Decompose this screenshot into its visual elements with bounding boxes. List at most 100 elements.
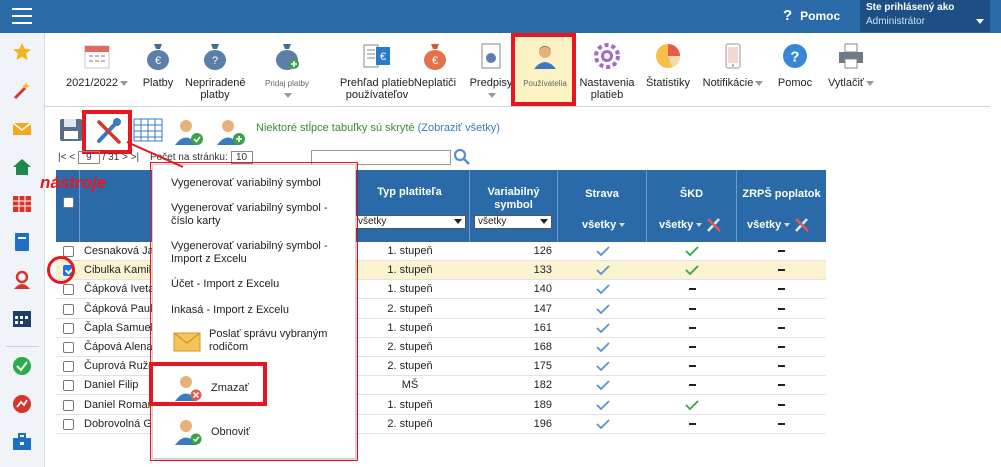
dash-icon[interactable] — [647, 415, 737, 434]
dash-icon[interactable] — [737, 415, 826, 434]
check-icon[interactable] — [558, 338, 647, 357]
menu-item-account-import[interactable]: Účet - Import z Excelu — [171, 278, 341, 291]
cell-name[interactable]: Čápková Paul — [84, 300, 153, 319]
dash-icon[interactable] — [647, 357, 737, 376]
check-icon[interactable] — [558, 242, 647, 261]
ribbon-vytlacit[interactable]: Vytlačiť — [823, 39, 879, 89]
dash-icon[interactable] — [647, 338, 737, 357]
dash-icon[interactable] — [737, 396, 826, 415]
mail-icon[interactable] — [11, 118, 33, 140]
row-checkbox[interactable] — [63, 361, 74, 373]
cell-name[interactable]: Dobrovolná G — [84, 415, 152, 434]
ribbon-platby[interactable]: € Platby — [137, 39, 179, 89]
hamburger-menu-icon[interactable] — [12, 8, 32, 24]
briefcase-icon[interactable] — [11, 431, 33, 453]
cell-name[interactable]: Cesnaková Ja — [84, 242, 154, 261]
menu-item-generate-vs-excel[interactable]: Vygenerovať variabilný symbol - Import z… — [171, 240, 341, 266]
ribbon-prehlad[interactable]: € Prehľad platieb používateľov — [327, 39, 427, 101]
home-icon[interactable] — [11, 156, 33, 178]
row-checkbox[interactable] — [63, 246, 74, 257]
vs-filter[interactable]: všetky — [474, 215, 552, 229]
dash-icon[interactable] — [737, 319, 826, 338]
strava-filter[interactable]: všetky — [582, 219, 626, 231]
dash-icon[interactable] — [647, 319, 737, 338]
check-icon[interactable] — [558, 415, 647, 434]
dash-icon[interactable] — [737, 261, 826, 280]
user-add-button[interactable] — [214, 117, 248, 147]
calendar-grid-icon[interactable] — [11, 193, 33, 215]
cell-name[interactable]: Čápová Alena — [84, 338, 153, 357]
pager-prev[interactable]: < — [69, 152, 75, 163]
ribbon-statistiky[interactable]: Štatistiky — [643, 39, 693, 89]
ribbon-notifikacie[interactable]: Notifikácie — [699, 39, 767, 89]
menu-item-send-message[interactable]: Poslať správu vybraným rodičom — [209, 328, 339, 354]
save-button[interactable] — [58, 117, 84, 147]
row-checkbox[interactable] — [63, 322, 74, 334]
check-icon[interactable] — [558, 261, 647, 280]
cell-name[interactable]: Cibulka Kamil — [84, 261, 151, 280]
check-circle-icon[interactable] — [11, 355, 33, 377]
zrps-filter[interactable]: všetky — [747, 219, 791, 231]
row-checkbox[interactable] — [63, 342, 74, 353]
user-icon[interactable] — [11, 269, 33, 291]
row-checkbox[interactable] — [63, 284, 74, 296]
star-icon[interactable] — [11, 41, 33, 63]
ribbon-nastavenia[interactable]: Nastavenia platieb — [577, 39, 637, 101]
check-icon[interactable] — [558, 319, 647, 338]
pager-current-input[interactable]: 9 — [77, 151, 100, 164]
check-icon[interactable] — [647, 242, 737, 261]
tools-icon[interactable] — [705, 216, 723, 234]
check-icon[interactable] — [558, 300, 647, 319]
dash-icon[interactable] — [737, 376, 826, 395]
cell-name[interactable]: Daniel Filip — [84, 376, 138, 395]
chart-circle-icon[interactable] — [11, 393, 33, 415]
menu-item-inkasa-import[interactable]: Inkasá - Import z Excelu — [171, 304, 341, 317]
check-icon[interactable] — [558, 280, 647, 299]
calendar-icon[interactable] — [11, 307, 33, 329]
cell-name[interactable]: Čápková Iveta — [84, 280, 154, 299]
row-checkbox[interactable] — [63, 303, 74, 315]
cell-name[interactable]: Daniel Roman — [84, 396, 154, 415]
ribbon-neplatici[interactable]: € Neplatiči — [413, 39, 457, 89]
menu-item-generate-vs[interactable]: Vygenerovať variabilný symbol — [171, 177, 341, 190]
ribbon-pridaj[interactable]: Pridaj platby — [261, 39, 313, 101]
dash-icon[interactable] — [647, 376, 737, 395]
dash-icon[interactable] — [737, 357, 826, 376]
check-icon[interactable] — [558, 396, 647, 415]
row-checkbox[interactable] — [63, 380, 74, 392]
cell-name[interactable]: Čapla Samuel — [84, 319, 153, 338]
row-checkbox[interactable] — [63, 418, 74, 430]
dash-icon[interactable] — [647, 300, 737, 319]
dash-icon[interactable] — [737, 280, 826, 299]
menu-item-restore[interactable]: Obnoviť — [211, 426, 250, 439]
dash-icon[interactable] — [647, 280, 737, 299]
menu-item-generate-vs-card[interactable]: Vygenerovať variabilný symbol - číslo ka… — [171, 202, 341, 228]
user-box[interactable]: Ste prihlásený ako Administrátor — [860, 0, 990, 32]
svg-text:€: € — [380, 51, 386, 63]
tools-icon[interactable] — [793, 216, 811, 234]
ribbon-predpisy[interactable]: Predpisy — [465, 39, 517, 101]
show-all-link[interactable]: (Zobraziť všetky) — [418, 122, 500, 134]
check-icon[interactable] — [647, 261, 737, 280]
chevron-down-icon — [488, 92, 496, 98]
dash-icon[interactable] — [737, 338, 826, 357]
ribbon-year[interactable]: 2021/2022 — [63, 39, 131, 89]
help-top-button[interactable]: ? Pomoc — [783, 7, 840, 24]
check-icon[interactable] — [647, 396, 737, 415]
ribbon-pomoc[interactable]: ? Pomoc — [775, 39, 815, 89]
row-checkbox[interactable] — [63, 399, 74, 411]
dash-icon[interactable] — [737, 300, 826, 319]
skd-filter[interactable]: všetky — [659, 219, 703, 231]
pager-first[interactable]: |< — [58, 152, 66, 163]
dash-icon[interactable] — [737, 242, 826, 261]
check-icon[interactable] — [558, 376, 647, 395]
check-icon[interactable] — [558, 357, 647, 376]
type-filter[interactable]: všetky — [354, 215, 466, 229]
select-all-checkbox[interactable] — [63, 197, 74, 208]
search-icon[interactable] — [453, 148, 471, 169]
cell-type: 2. stupeň — [387, 360, 433, 373]
cell-name[interactable]: Čuprová Ruže — [84, 357, 154, 376]
book-icon[interactable] — [11, 231, 33, 253]
magic-wand-icon[interactable] — [11, 79, 33, 101]
ribbon-nepriradene[interactable]: ? Nepriradené platby — [185, 39, 246, 101]
